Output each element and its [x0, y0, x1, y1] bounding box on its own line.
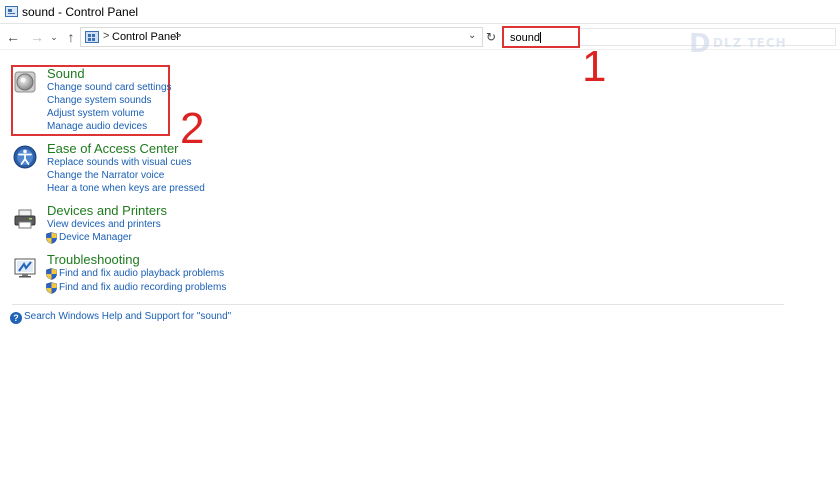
address-dropdown-chevron-icon[interactable]: ⌄: [468, 30, 476, 41]
text-caret: [540, 32, 541, 43]
search-input[interactable]: [510, 30, 574, 45]
printer-icon: [14, 209, 36, 229]
result-heading-devices-and-printers[interactable]: Devices and Printers: [47, 203, 167, 218]
link-manage-audio-devices[interactable]: Manage audio devices: [47, 121, 147, 132]
result-heading-troubleshooting[interactable]: Troubleshooting: [47, 252, 140, 267]
link-change-system-sounds[interactable]: Change system sounds: [47, 95, 152, 106]
link-adjust-system-volume[interactable]: Adjust system volume: [47, 108, 144, 119]
control-panel-icon: [5, 6, 18, 17]
watermark-text: DLZ TECH: [713, 36, 787, 50]
ease-of-access-icon: [13, 145, 37, 169]
address-bar[interactable]: > Control Panel > ⌄: [80, 27, 483, 47]
forward-arrow-icon[interactable]: →: [28, 27, 46, 47]
breadcrumb-separator[interactable]: >: [103, 30, 109, 42]
divider: [12, 304, 784, 305]
link-change-narrator-voice[interactable]: Change the Narrator voice: [47, 170, 164, 181]
breadcrumb-separator[interactable]: >: [175, 30, 181, 42]
title-bar: sound - Control Panel: [0, 0, 840, 24]
uac-shield-icon: [46, 232, 57, 244]
control-panel-icon: [85, 31, 99, 43]
result-heading-ease-of-access[interactable]: Ease of Access Center: [47, 141, 179, 156]
result-devices-and-printers: Devices and Printers View devices and pr…: [10, 203, 410, 247]
link-replace-sounds-with-visual-cues[interactable]: Replace sounds with visual cues: [47, 157, 192, 168]
result-sound: Sound Change sound card settings Change …: [10, 66, 410, 136]
watermark-logo: D DLZ TECH: [683, 28, 798, 59]
link-fix-audio-playback[interactable]: Find and fix audio playback problems: [59, 268, 224, 279]
uac-shield-icon: [46, 282, 57, 294]
result-heading-sound[interactable]: Sound: [47, 66, 85, 81]
annotation-number-1: 1: [582, 42, 607, 91]
troubleshooting-icon: [14, 258, 36, 278]
help-question-icon: ?: [10, 312, 22, 324]
link-view-devices-and-printers[interactable]: View devices and printers: [47, 219, 161, 230]
link-device-manager[interactable]: Device Manager: [59, 232, 132, 243]
search-box[interactable]: [502, 26, 580, 48]
refresh-icon[interactable]: ↻: [483, 27, 499, 47]
recent-locations-chevron-icon[interactable]: ⌄: [48, 27, 60, 47]
speaker-icon: [14, 71, 36, 93]
watermark-mark: D: [689, 29, 711, 59]
link-fix-audio-recording[interactable]: Find and fix audio recording problems: [59, 282, 226, 293]
uac-shield-icon: [46, 268, 57, 280]
link-search-windows-help[interactable]: Search Windows Help and Support for "sou…: [24, 311, 231, 322]
window-title: sound - Control Panel: [22, 5, 139, 19]
result-ease-of-access: Ease of Access Center Replace sounds wit…: [10, 141, 410, 197]
up-arrow-icon[interactable]: ↑: [62, 27, 80, 47]
back-arrow-icon[interactable]: ←: [4, 27, 22, 47]
breadcrumb-control-panel[interactable]: Control Panel: [112, 31, 179, 43]
result-troubleshooting: Troubleshooting Find and fix audio playb…: [10, 252, 410, 296]
link-hear-tone-when-keys-pressed[interactable]: Hear a tone when keys are pressed: [47, 183, 205, 194]
link-change-sound-card-settings[interactable]: Change sound card settings: [47, 82, 172, 93]
